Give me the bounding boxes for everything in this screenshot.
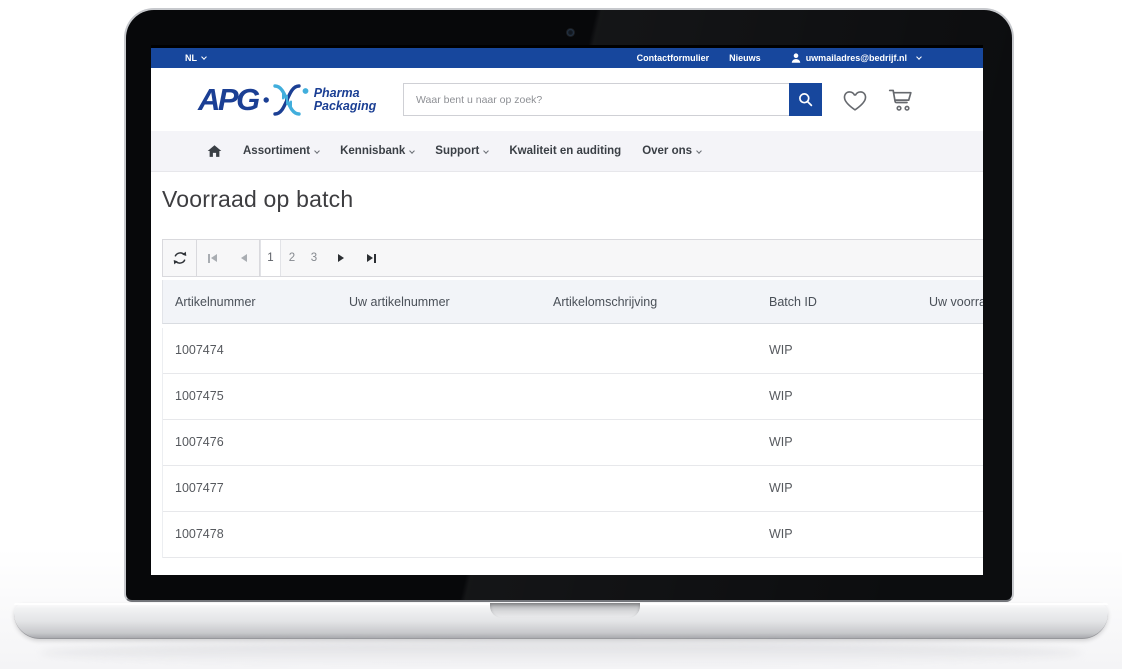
pagination-toolbar: 1 2 3 [162, 239, 983, 277]
first-page-icon [208, 254, 210, 263]
column-header-uw-artikelnummer: Uw artikelnummer [349, 280, 450, 324]
nav-item-label: Assortiment [243, 145, 310, 157]
webcam [567, 29, 574, 36]
cart-icon [888, 88, 915, 112]
column-header-artikelnummer: Artikelnummer [175, 280, 256, 324]
laptop-base [14, 603, 1108, 639]
user-icon [791, 53, 801, 63]
laptop-reflection [40, 641, 1082, 665]
cell-artikelnummer: 1007475 [175, 374, 224, 419]
prev-page-button[interactable] [228, 240, 259, 276]
topbar-link-nieuws[interactable]: Nieuws [729, 53, 761, 63]
cart-button[interactable] [888, 88, 915, 112]
chevron-down-icon [201, 54, 207, 60]
page-button-3[interactable]: 3 [303, 240, 325, 276]
refresh-button[interactable] [163, 240, 196, 276]
nav-item-kwaliteit-en-auditing[interactable]: Kwaliteit en auditing [509, 145, 621, 157]
table-row: 1007476 WIP [163, 420, 983, 466]
chevron-down-icon [916, 54, 922, 60]
language-label: NL [185, 53, 197, 63]
cell-batch-id: WIP [769, 328, 793, 373]
home-icon [207, 144, 222, 158]
nav-item-label: Kwaliteit en auditing [509, 145, 621, 157]
cell-artikelnummer: 1007474 [175, 328, 224, 373]
column-header-uw-voorraad: Uw voorraad [929, 280, 983, 324]
page-button-1[interactable]: 1 [260, 240, 281, 276]
nav-item-over-ons[interactable]: Over ons [642, 145, 701, 157]
nav-item-kennisbank[interactable]: Kennisbank [340, 145, 414, 157]
triangle-left-icon [211, 254, 217, 262]
wishlist-button[interactable] [842, 88, 868, 112]
home-button[interactable] [207, 144, 222, 158]
chevron-down-icon [314, 148, 320, 154]
cell-batch-id: WIP [769, 466, 793, 511]
cell-batch-id: WIP [769, 512, 793, 557]
user-email: uwmailadres@bedrijf.nl [806, 53, 907, 63]
heart-icon [842, 88, 868, 112]
site-header: APG Pharma Packaging [151, 68, 983, 131]
triangle-left-icon [241, 254, 247, 262]
column-header-batch-id: Batch ID [769, 280, 817, 324]
cell-artikelnummer: 1007476 [175, 420, 224, 465]
laptop-screen: NL Contactformulier Nieuws uwmailadres@b… [151, 45, 983, 575]
search-input[interactable] [403, 83, 789, 116]
nav-item-label: Support [435, 145, 479, 157]
main-navigation: Assortiment Kennisbank Support Kwaliteit… [151, 131, 983, 172]
logo-text: APG [198, 84, 258, 115]
last-page-button[interactable] [356, 240, 387, 276]
user-account-menu[interactable]: uwmailadres@bedrijf.nl [791, 53, 921, 63]
laptop-lid: NL Contactformulier Nieuws uwmailadres@b… [124, 8, 1014, 602]
cell-batch-id: WIP [769, 374, 793, 419]
chevron-down-icon [696, 148, 702, 154]
page-button-2[interactable]: 2 [281, 240, 303, 276]
dna-helix-icon [263, 83, 309, 117]
top-utility-bar: NL Contactformulier Nieuws uwmailadres@b… [151, 48, 983, 68]
last-page-icon [374, 254, 376, 263]
chevron-down-icon [409, 148, 415, 154]
cell-artikelnummer: 1007477 [175, 466, 224, 511]
site-logo[interactable]: APG Pharma Packaging [198, 83, 376, 117]
cell-artikelnummer: 1007478 [175, 512, 224, 557]
cell-batch-id: WIP [769, 420, 793, 465]
next-page-button[interactable] [325, 240, 356, 276]
nav-item-assortiment[interactable]: Assortiment [243, 145, 319, 157]
column-header-artikelomschrijving: Artikelomschrijving [553, 280, 657, 324]
nav-item-label: Over ons [642, 145, 692, 157]
laptop-lid-notch [490, 603, 640, 618]
logo-tagline-line2: Packaging [314, 100, 377, 113]
topbar-link-contactformulier[interactable]: Contactformulier [637, 53, 710, 63]
table-body: 1007474 WIP 1007475 WIP 100747 [162, 328, 983, 558]
table-header-row: Artikelnummer Uw artikelnummer Artikelom… [162, 280, 983, 324]
table-row: 1007474 WIP [163, 328, 983, 374]
triangle-right-icon [367, 254, 373, 262]
refresh-icon [172, 251, 188, 265]
page-content: Voorraad op batch [151, 172, 983, 575]
browser-page: NL Contactformulier Nieuws uwmailadres@b… [151, 48, 983, 575]
triangle-right-icon [338, 254, 344, 262]
page-title: Voorraad op batch [162, 186, 353, 213]
search-bar [403, 83, 822, 116]
search-icon [798, 92, 813, 107]
table-row: 1007478 WIP [163, 512, 983, 558]
nav-item-support[interactable]: Support [435, 145, 488, 157]
table-row: 1007477 WIP [163, 466, 983, 512]
chevron-down-icon [484, 148, 490, 154]
nav-item-label: Kennisbank [340, 145, 405, 157]
language-selector[interactable]: NL [185, 53, 206, 63]
first-page-button[interactable] [197, 240, 228, 276]
search-button[interactable] [789, 83, 822, 116]
table-row: 1007475 WIP [163, 374, 983, 420]
